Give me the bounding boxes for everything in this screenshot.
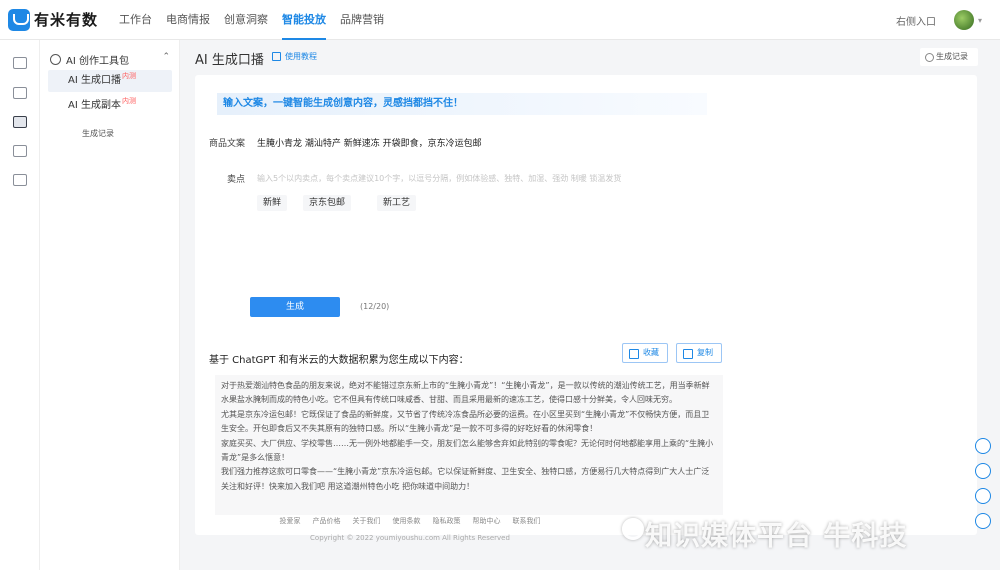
- footer-link[interactable]: 隐私政策: [433, 516, 461, 526]
- sidebar-item-history[interactable]: 生成记录: [82, 128, 114, 139]
- main-nav: 工作台 电商情报 创意洞察 智能投放 品牌营销: [112, 0, 391, 40]
- user-avatar[interactable]: [953, 10, 974, 30]
- nav-item-brand[interactable]: 品牌营销: [333, 0, 391, 40]
- sidebar: AI 创作工具包 ⌃ AI 生成口播内测 AI 生成副本内测 生成记录: [40, 40, 180, 570]
- document-icon[interactable]: [13, 145, 27, 157]
- back-to-top-icon[interactable]: [975, 513, 991, 529]
- footer: 投爱家 产品价格 关于我们 使用条款 隐私政策 帮助中心 联系我们 Copyri…: [200, 516, 620, 542]
- chart-icon[interactable]: [13, 87, 27, 99]
- chevron-up-icon[interactable]: ⌃: [162, 52, 170, 62]
- grid-icon[interactable]: [13, 174, 27, 186]
- selling-input[interactable]: 输入5个以内卖点，每个卖点建议10个字，以逗号分隔，例如体验感、独特、加湿、强劲…: [257, 173, 621, 184]
- footer-link[interactable]: 产品价格: [313, 516, 341, 526]
- result-text: 对于热爱潮汕特色食品的朋友来说，绝对不能错过京东新上市的“生腌小青龙”！“生腌小…: [215, 375, 723, 515]
- product-input[interactable]: 生腌小青龙 潮汕特产 新鲜速冻 开袋即食，京东冷运包邮: [257, 136, 482, 149]
- tag-chip[interactable]: 新工艺: [377, 195, 417, 211]
- footer-link[interactable]: 关于我们: [353, 516, 381, 526]
- copy-button[interactable]: 复制: [676, 343, 722, 363]
- result-title: 基于 ChatGPT 和有米云的大数据积累为您生成以下内容：: [209, 355, 469, 366]
- app-name: 有米有数: [34, 11, 99, 29]
- tag-count: (12/20): [360, 302, 390, 311]
- monitor-icon[interactable]: [13, 57, 27, 69]
- tutorial-link[interactable]: 使用教程: [272, 51, 317, 62]
- top-bar: 有米有数 工作台 电商情报 创意洞察 智能投放 品牌营销 右侧入口 ▾: [0, 0, 1000, 40]
- nav-item-workbench[interactable]: 工作台: [112, 0, 159, 40]
- main-content: AI 生成口播 使用教程 生成记录 输入文案，一键智能生成创意内容，灵感挡都挡不…: [180, 40, 1000, 570]
- clipboard-icon[interactable]: [13, 116, 27, 128]
- result-paragraph: 我们强力推荐这款可口零食——“生腌小青龙”京东冷运包邮。它以保证新鲜度、卫生安全…: [221, 467, 710, 491]
- footer-links: 投爱家 产品价格 关于我们 使用条款 隐私政策 帮助中心 联系我们: [200, 516, 620, 526]
- nav-item-creative[interactable]: 创意洞察: [217, 0, 275, 40]
- top-right-area: 右侧入口 ▾: [896, 0, 982, 40]
- chat-icon[interactable]: [975, 463, 991, 479]
- result-paragraph: 对于热爱潮汕特色食品的朋友来说，绝对不能错过京东新上市的“生腌小青龙”！“生腌小…: [221, 381, 710, 405]
- collect-button[interactable]: 收藏: [622, 343, 668, 363]
- generate-button[interactable]: 生成: [250, 297, 340, 317]
- history-button[interactable]: 生成记录: [920, 48, 978, 66]
- result-paragraph: 家庭买买、大厂供应、学校零售……无一例外地都能手一交，朋友们怎么能够舍弃如此特别…: [221, 438, 714, 463]
- sidebar-item-label: AI 生成口播: [68, 75, 121, 86]
- app-logo[interactable]: 有米有数: [8, 8, 108, 31]
- footer-link[interactable]: 使用条款: [393, 516, 421, 526]
- sidebar-section-header[interactable]: AI 创作工具包 ⌃: [50, 52, 170, 67]
- sidebar-section-title: AI 创作工具包: [66, 56, 129, 67]
- sidebar-item-ai-script[interactable]: AI 生成副本内测: [48, 95, 172, 117]
- nav-item-smart-ads[interactable]: 智能投放: [275, 0, 333, 40]
- sidebar-item-ai-voiceover[interactable]: AI 生成口播内测: [48, 70, 172, 92]
- selling-label: 卖点: [227, 175, 246, 185]
- nav-item-ecommerce[interactable]: 电商情报: [159, 0, 217, 40]
- help-book-icon[interactable]: [975, 438, 991, 454]
- beta-badge: 内测: [121, 97, 136, 105]
- result-paragraph: 尤其是京东冷运包邮！它既保证了食品的新鲜度，又节省了传统冷冻食品所必要的运费。在…: [221, 409, 710, 434]
- intro-banner: 输入文案，一键智能生成创意内容，灵感挡都挡不住！: [217, 93, 707, 115]
- chevron-down-icon[interactable]: ▾: [978, 16, 982, 25]
- compass-icon[interactable]: [975, 488, 991, 504]
- tag-chip[interactable]: 新鲜: [257, 195, 288, 211]
- tag-chip[interactable]: 京东包邮: [303, 195, 352, 211]
- watermark-logo-icon: [622, 518, 644, 540]
- tutorial-label: 使用教程: [285, 52, 317, 61]
- right-entry-link[interactable]: 右侧入口: [896, 13, 936, 28]
- toolkit-icon: [50, 54, 61, 65]
- footer-link[interactable]: 投爱家: [280, 516, 301, 526]
- copyright: Copyright © 2022 youmiyoushu.com All Rig…: [310, 534, 510, 542]
- logo-icon: [8, 8, 30, 31]
- footer-link[interactable]: 帮助中心: [473, 516, 501, 526]
- icon-rail: [0, 40, 40, 570]
- sidebar-item-label: AI 生成副本: [68, 100, 121, 111]
- book-icon: [272, 52, 281, 61]
- footer-link[interactable]: 联系我们: [513, 516, 541, 526]
- beta-badge: 内测: [121, 72, 136, 80]
- page-title: AI 生成口播: [195, 53, 264, 68]
- product-label: 商品文案: [209, 139, 246, 149]
- generator-card: 输入文案，一键智能生成创意内容，灵感挡都挡不住！ 商品文案 生腌小青龙 潮汕特产…: [195, 75, 977, 535]
- watermark-text: 知识媒体平台 牛科技: [645, 521, 908, 552]
